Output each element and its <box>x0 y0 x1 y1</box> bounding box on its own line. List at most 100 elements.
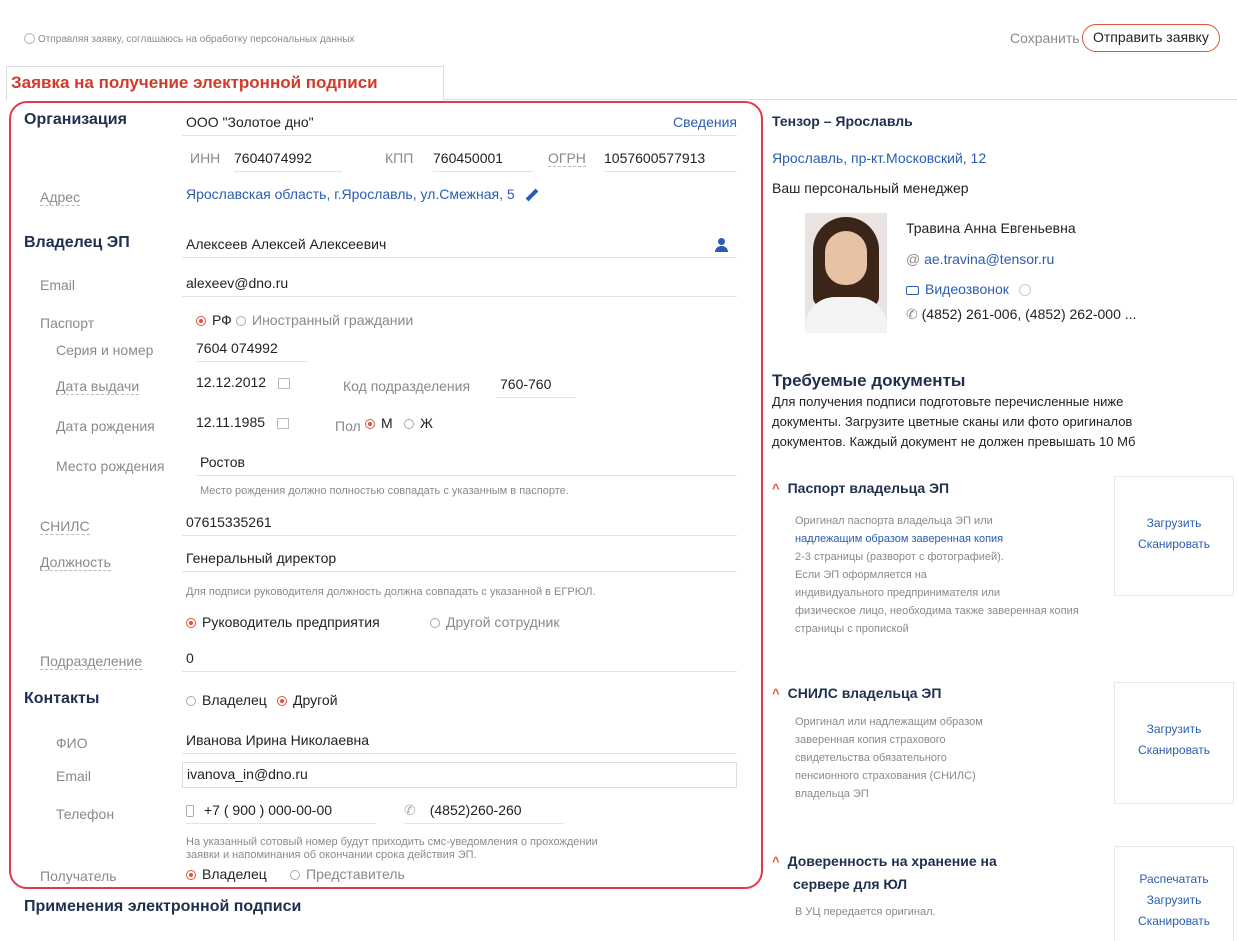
owner-heading: Владелец ЭП <box>24 234 130 251</box>
help-icon[interactable] <box>1018 284 1031 297</box>
contact-other-radio[interactable]: Другой <box>277 692 338 708</box>
avatar-shoulders <box>805 297 887 333</box>
help-icon <box>24 33 35 45</box>
birth-date-label: Дата рождения <box>56 418 155 434</box>
contact-email-label: Email <box>56 768 92 784</box>
passport-foreign-radio[interactable]: Иностранный граждании <box>236 312 413 328</box>
doc-snils-desc: Оригинал или надлежащим образом заверенн… <box>795 713 983 803</box>
address-text: Ярославская область, г.Ярославль, ул.Сме… <box>186 186 515 202</box>
submit-button[interactable]: Отправить заявку <box>1082 24 1220 52</box>
save-button[interactable]: Сохранить <box>1010 30 1080 46</box>
upload-button[interactable]: Загрузить <box>1115 890 1233 911</box>
mobile-field[interactable]: +7 ( 900 ) 000-00-00 <box>186 800 376 824</box>
desc-line: физическое лицо, необходима также завере… <box>795 605 1079 617</box>
scan-button[interactable]: Сканировать <box>1115 740 1233 761</box>
birth-date-field[interactable]: 12.11.1985 <box>196 414 289 430</box>
radio-selected-icon <box>196 316 206 327</box>
office-name: Тензор – Ярославль <box>772 113 913 129</box>
contacts-heading: Контакты <box>24 690 100 707</box>
doc-poa-desc: В УЦ передается оригинал. <box>795 906 936 918</box>
desc-line: пенсионного страхования (СНИЛС) <box>795 770 976 782</box>
radio-empty-icon <box>186 696 196 707</box>
fio-label: ФИО <box>56 735 88 751</box>
contact-owner-radio[interactable]: Владелец <box>186 692 267 708</box>
issue-date-field[interactable]: 12.12.2012 <box>196 374 290 390</box>
video-call-link[interactable]: Видеозвонок <box>906 281 1031 297</box>
tab-application[interactable]: Заявка на получение электронной подписи <box>6 66 444 100</box>
details-link[interactable]: Сведения <box>673 114 737 130</box>
passport-label: Паспорт <box>40 315 95 331</box>
manager-email-link[interactable]: @ ae.travina@tensor.ru <box>906 251 1054 267</box>
calendar-icon[interactable] <box>276 417 289 429</box>
desc-line: Оригинал или надлежащим образом <box>795 716 983 728</box>
recipient-rep-radio[interactable]: Представитель <box>290 866 405 882</box>
scan-button[interactable]: Сканировать <box>1115 911 1233 932</box>
print-button[interactable]: Распечатать <box>1115 869 1233 890</box>
desc-line: владельца ЭП <box>795 788 869 800</box>
select-person-icon[interactable] <box>715 238 729 252</box>
dept-code-label: Код подразделения <box>343 378 471 394</box>
address-link[interactable]: Ярославская область, г.Ярославль, ул.Сме… <box>186 186 539 202</box>
tab-divider <box>444 99 1237 100</box>
doc-snils-title[interactable]: ^ СНИЛС владельца ЭП <box>772 685 941 701</box>
scan-button[interactable]: Сканировать <box>1115 534 1233 555</box>
doc-passport-desc: Оригинал паспорта владельца ЭП или надле… <box>795 512 1079 638</box>
series-field[interactable]: 7604 074992 <box>196 338 308 362</box>
chevron-up-icon: ^ <box>772 854 780 869</box>
owner-name-field[interactable]: Алексеев Алексей Алексеевич <box>182 234 737 258</box>
address-label[interactable]: Адрес <box>40 189 81 206</box>
role-head-radio[interactable]: Руководитель предприятия <box>186 614 380 630</box>
inn-field[interactable]: 7604074992 <box>234 148 342 172</box>
desc-line: индивидуального предпринимателя или <box>795 587 1001 599</box>
upload-button[interactable]: Загрузить <box>1115 719 1233 740</box>
upload-button[interactable]: Загрузить <box>1115 513 1233 534</box>
edit-pencil-icon[interactable] <box>525 188 538 202</box>
desc-line[interactable]: надлежащим образом заверенная копия <box>795 530 1079 548</box>
calendar-icon[interactable] <box>277 377 290 389</box>
docs-heading: Требуемые документы <box>772 371 966 390</box>
owner-email-label: Email <box>40 277 76 293</box>
sex-m-radio[interactable]: М <box>365 415 393 431</box>
division-field[interactable]: 0 <box>182 648 737 672</box>
kpp-field[interactable]: 760450001 <box>433 148 533 172</box>
snils-label[interactable]: СНИЛС <box>40 518 90 535</box>
recipient-owner-radio[interactable]: Владелец <box>186 866 267 882</box>
dept-code-field[interactable]: 760-760 <box>496 374 576 398</box>
position-hint: Для подписи руководителя должность должн… <box>186 586 596 598</box>
manager-name: Травина Анна Евгеньевна <box>906 220 1076 236</box>
office-address-link[interactable]: Ярославль, пр-кт.Московский, 12 <box>772 150 986 166</box>
docs-intro-2: документы. Загрузите цветные сканы или ф… <box>772 414 1133 429</box>
org-heading: Организация <box>24 111 127 128</box>
org-name-field[interactable]: ООО "Золотое дно" Сведения <box>182 112 737 136</box>
doc-poa-title[interactable]: ^ Доверенность на хранение на сервере для… <box>772 850 997 895</box>
ogrn-field[interactable]: 1057600577913 <box>604 148 737 172</box>
docs-intro-3: документов. Каждый документ не должен пр… <box>772 434 1136 449</box>
radio-selected-icon <box>365 419 375 430</box>
birth-place-field[interactable]: Ростов <box>196 452 737 476</box>
sex-f-radio[interactable]: Ж <box>404 415 433 431</box>
owner-name: Алексеев Алексей Алексеевич <box>186 236 387 252</box>
passport-rf-radio[interactable]: РФ <box>196 312 232 328</box>
division-label[interactable]: Подразделение <box>40 653 143 670</box>
tab-label: Заявка на получение электронной подписи <box>11 73 378 92</box>
ogrn-label[interactable]: ОГРН <box>548 150 586 167</box>
issue-date-label[interactable]: Дата выдачи <box>56 378 140 395</box>
contact-email-field[interactable]: ivanova_in@dno.ru <box>182 762 737 788</box>
doc-passport-title[interactable]: ^ Паспорт владельца ЭП <box>772 480 949 496</box>
radio-selected-icon <box>186 870 196 881</box>
recipient-label: Получатель <box>40 868 117 884</box>
snils-field[interactable]: 07615335261 <box>182 512 737 536</box>
role-other-radio[interactable]: Другой сотрудник <box>430 614 559 630</box>
fio-field[interactable]: Иванова Ирина Николаевна <box>182 730 737 754</box>
desc-line: заверенная копия страхового <box>795 734 946 746</box>
desc-line: Если ЭП оформляется на <box>795 569 927 581</box>
position-field[interactable]: Генеральный директор <box>182 548 737 572</box>
at-icon: @ <box>906 251 925 267</box>
desc-line: страницы с пропиской <box>795 623 909 635</box>
position-label[interactable]: Должность <box>40 554 111 571</box>
doc-poa-actions: Распечатать Загрузить Сканировать <box>1114 846 1234 941</box>
owner-email-field[interactable]: alexeev@dno.ru <box>182 273 737 297</box>
mobile-phone-icon <box>186 805 194 818</box>
landline-field[interactable]: ✆ (4852)260-260 <box>404 800 564 824</box>
desc-line: 2-3 страницы (разворот с фотографией). <box>795 551 1004 563</box>
